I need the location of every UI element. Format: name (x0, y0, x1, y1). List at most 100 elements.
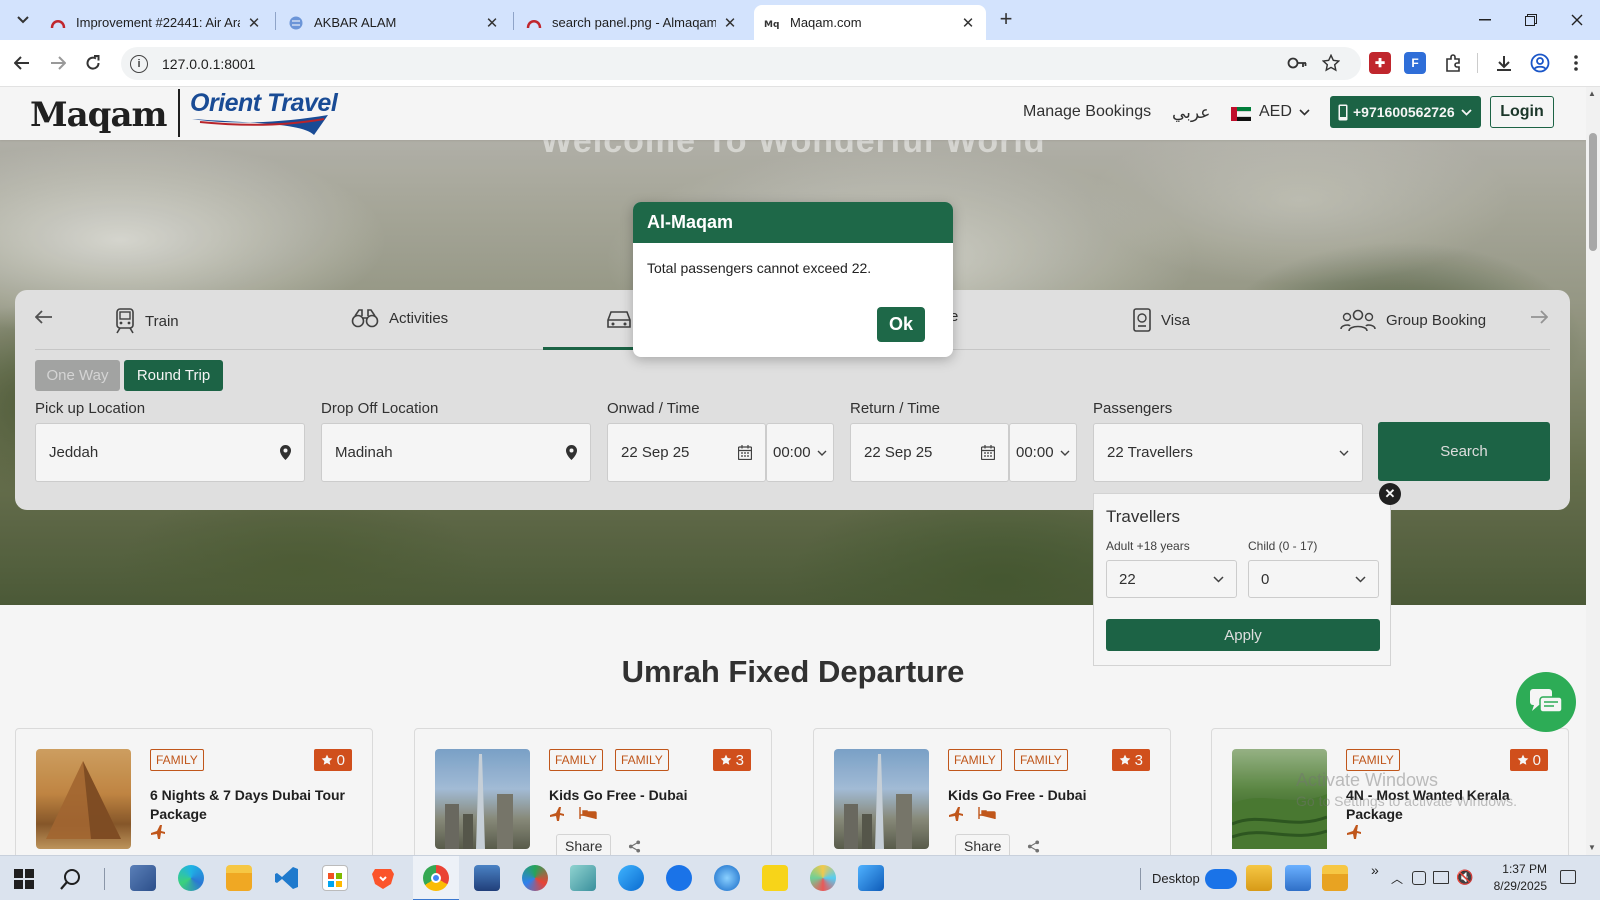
file-explorer-icon[interactable] (226, 865, 252, 891)
star-icon (1322, 54, 1340, 72)
chevron-down-icon (17, 16, 29, 24)
close-icon[interactable]: ✕ (960, 15, 976, 32)
minimize-icon (1479, 19, 1491, 21)
close-window-button[interactable] (1554, 0, 1600, 40)
tray-overflow-chevron-icon[interactable]: ︿ (1391, 870, 1403, 887)
windows-logo-icon (14, 869, 34, 889)
tab-divider (275, 12, 276, 30)
site-info-icon[interactable]: i (130, 54, 148, 73)
back-button[interactable] (9, 50, 35, 76)
onedrive-cloud-icon[interactable] (1205, 869, 1237, 889)
task-view-app-icon[interactable] (130, 865, 156, 891)
toolbar-overflow-chevron[interactable]: » (1371, 862, 1379, 878)
tab-title: Improvement #22441: Air Arabi (76, 15, 240, 30)
azure-devops-icon (526, 19, 542, 28)
toolbar-divider (1477, 53, 1478, 73)
scrollbar-thumb[interactable] (1589, 133, 1597, 251)
folder-icon[interactable] (1322, 865, 1348, 891)
browser-tab-3[interactable]: search panel.png - Almaqam-Fi ✕ (516, 5, 748, 40)
minimize-button[interactable] (1462, 0, 1508, 40)
notification-app-icon[interactable] (522, 865, 548, 891)
windows-taskbar: Desktop » ︿ 🔇 1:37 PM 8/29/2025 (0, 855, 1600, 900)
network-tray-icon[interactable] (1433, 871, 1449, 884)
taskbar-divider (1140, 868, 1141, 890)
password-key-button[interactable] (1284, 50, 1310, 76)
browser-menu-button[interactable] (1563, 50, 1589, 76)
edge-browser-icon[interactable] (178, 865, 204, 891)
volume-muted-icon[interactable]: 🔇 (1456, 869, 1473, 886)
url-text: 127.0.0.1:8001 (162, 55, 256, 72)
browser-tab-1[interactable]: Improvement #22441: Air Arabi ✕ (40, 5, 272, 40)
tab-divider (513, 12, 514, 30)
search-icon (60, 869, 80, 890)
reload-icon (86, 55, 100, 70)
dialog-message: Total passengers cannot exceed 22. (647, 260, 872, 276)
user-folder-icon[interactable] (1246, 865, 1272, 891)
browser-app-icon[interactable] (714, 865, 740, 891)
new-tab-button[interactable]: + (994, 8, 1018, 32)
browser-tab-strip: Improvement #22441: Air Arabi ✕ AKBAR AL… (0, 0, 1600, 40)
extension-blue-icon[interactable]: F (1404, 52, 1426, 74)
close-icon[interactable]: ✕ (722, 15, 738, 32)
extension-red-icon[interactable]: ✚ (1369, 52, 1391, 74)
globe-icon (289, 16, 303, 29)
key-icon (1287, 57, 1307, 69)
svg-text:Mq: Mq (764, 20, 779, 30)
paint-app-icon[interactable] (810, 865, 836, 891)
browser-tab-2[interactable]: AKBAR ALAM ✕ (278, 5, 510, 40)
puzzle-icon (1446, 54, 1460, 72)
remote-desktop-icon[interactable] (474, 865, 500, 891)
scroll-up-icon[interactable]: ▲ (1588, 89, 1596, 98)
profile-button[interactable] (1527, 50, 1553, 76)
alert-dialog: Al-Maqam Total passengers cannot exceed … (633, 202, 953, 357)
tab-title: search panel.png - Almaqam-Fi (552, 15, 716, 30)
close-icon[interactable]: ✕ (484, 15, 500, 32)
tab-title: Maqam.com (790, 15, 862, 30)
close-icon[interactable]: ✕ (246, 15, 262, 32)
forward-button[interactable] (45, 50, 71, 76)
vscode-icon[interactable] (274, 865, 300, 891)
store-grid (328, 873, 342, 887)
maqam-favicon-icon: Mq (764, 20, 779, 30)
brave-lion-icon (372, 869, 394, 889)
network-app-icon[interactable] (618, 865, 644, 891)
page-scrollbar[interactable]: ▲ ▼ (1586, 87, 1600, 855)
camera-tray-icon[interactable] (1412, 871, 1426, 885)
bookmark-button[interactable] (1318, 50, 1344, 76)
arrow-right-icon (51, 56, 66, 70)
brave-browser-icon[interactable] (370, 865, 396, 891)
extensions-button[interactable] (1440, 50, 1466, 76)
download-icon (1497, 56, 1511, 71)
browser-tab-active[interactable]: Mq Maqam.com ✕ (754, 5, 986, 40)
reload-button[interactable] (80, 50, 106, 76)
taskbar-divider (104, 868, 105, 890)
arrow-left-icon (14, 56, 29, 70)
sticky-notes-icon[interactable] (762, 865, 788, 891)
maps-app-icon[interactable] (666, 865, 692, 891)
restore-icon (1525, 14, 1537, 26)
notifications-icon[interactable] (1560, 870, 1576, 884)
computer-icon[interactable] (1285, 865, 1311, 891)
scroll-down-icon[interactable]: ▼ (1588, 843, 1596, 852)
notepad-app-icon[interactable] (570, 865, 596, 891)
tab-title: AKBAR ALAM (314, 15, 397, 30)
vscode-logo (275, 867, 298, 889)
address-bar[interactable]: i 127.0.0.1:8001 (121, 47, 1361, 80)
windows-start-button[interactable] (14, 869, 34, 889)
tab-search-button[interactable] (10, 8, 36, 32)
clock-time[interactable]: 1:37 PM (1492, 862, 1547, 876)
dialog-title: Al-Maqam (633, 202, 953, 243)
desktop-toolbar-label[interactable]: Desktop (1152, 871, 1200, 886)
downloads-button[interactable] (1491, 50, 1517, 76)
microsoft-store-icon[interactable] (322, 865, 348, 891)
browser-toolbar: i 127.0.0.1:8001 ✚ F (0, 40, 1600, 87)
restore-button[interactable] (1508, 0, 1554, 40)
photos-app-icon[interactable] (858, 865, 884, 891)
taskbar-search-button[interactable] (60, 868, 82, 890)
close-icon (1571, 14, 1583, 26)
profile-icon (1530, 53, 1550, 73)
chrome-browser-icon[interactable] (423, 865, 449, 891)
more-vertical-icon (1574, 55, 1578, 71)
clock-date[interactable]: 8/29/2025 (1485, 879, 1547, 893)
dialog-ok-button[interactable]: Ok (877, 307, 925, 342)
